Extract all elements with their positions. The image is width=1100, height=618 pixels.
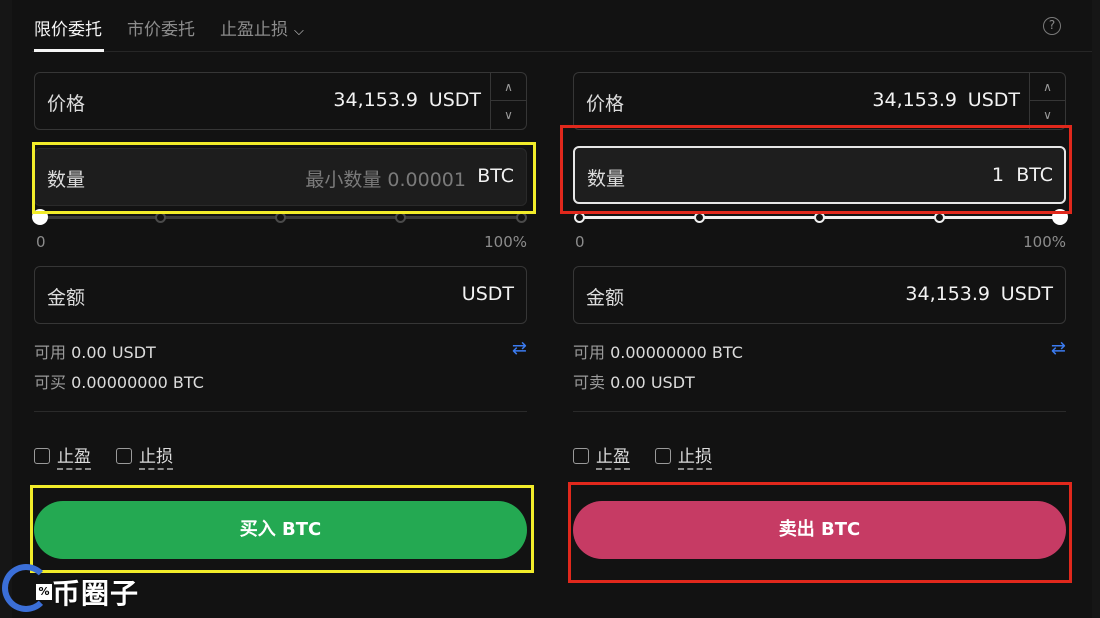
buy-amount-field[interactable]: 金额 USDT bbox=[34, 266, 527, 324]
sell-quantity-unit: BTC bbox=[1016, 164, 1053, 186]
slider-step-dot[interactable] bbox=[694, 212, 705, 223]
sell-available: 可用 0.00000000 BTC bbox=[573, 339, 743, 363]
divider bbox=[573, 411, 1066, 412]
sell-quantity-value: 1 bbox=[991, 164, 1004, 186]
buy-price-stepper: ∧ ∨ bbox=[490, 73, 526, 129]
available-label: 可用 bbox=[34, 343, 67, 362]
slider-max-label: 100% bbox=[484, 233, 527, 251]
slider-step-dot[interactable] bbox=[275, 212, 286, 223]
trade-app: 限价委托 市价委托 止盈止损 ⌵ ? 价格 34,153.9 USDT ∧ ∨ 数… bbox=[12, 0, 1092, 618]
sell-price-stepper: ∧ ∨ bbox=[1029, 73, 1065, 129]
divider bbox=[34, 411, 527, 412]
slider-min-label: 0 bbox=[575, 233, 585, 251]
checkbox-icon bbox=[34, 448, 50, 464]
buy-stop-loss-checkbox[interactable]: 止损 bbox=[116, 442, 173, 470]
sell-quantity-field[interactable]: 数量 1 BTC bbox=[573, 146, 1066, 204]
sell-price-unit: USDT bbox=[967, 89, 1020, 111]
sell-price-label: 价格 bbox=[586, 93, 625, 115]
max-sell-label: 可卖 bbox=[573, 373, 606, 392]
buy-available: 可用 0.00 USDT bbox=[34, 339, 156, 363]
sell-amount-unit: USDT bbox=[1000, 283, 1053, 305]
chevron-up-icon[interactable]: ∧ bbox=[1030, 73, 1065, 101]
sell-stop-loss-checkbox[interactable]: 止损 bbox=[655, 442, 712, 470]
available-value: 0.00000000 BTC bbox=[610, 343, 743, 362]
swap-arrows-icon[interactable]: ⇄ bbox=[1051, 338, 1066, 359]
slider-thumb[interactable] bbox=[32, 209, 48, 225]
chevron-up-icon[interactable]: ∧ bbox=[491, 73, 526, 101]
sell-take-profit-checkbox[interactable]: 止盈 bbox=[573, 442, 630, 470]
max-buy-value: 0.00000000 BTC bbox=[71, 373, 204, 392]
sell-amount-field[interactable]: 金额 34,153.9 USDT bbox=[573, 266, 1066, 324]
sell-btc-button[interactable]: 卖出 BTC bbox=[573, 501, 1066, 559]
max-buy-label: 可买 bbox=[34, 373, 67, 392]
buy-btc-button[interactable]: 买入 BTC bbox=[34, 501, 527, 559]
sell-amount-value: 34,153.9 bbox=[905, 283, 990, 305]
available-value: 0.00 USDT bbox=[71, 343, 156, 362]
chevron-down-icon[interactable]: ∨ bbox=[491, 101, 526, 129]
buy-price-value: 34,153.9 bbox=[333, 89, 418, 111]
watermark-text: 币圈子 bbox=[52, 577, 140, 610]
sell-max-sellable: 可卖 0.00 USDT bbox=[573, 369, 695, 393]
sell-panel: 价格 34,153.9 USDT ∧ ∨ 数量 1 BTC 0 100% 金额 bbox=[573, 0, 1068, 618]
buy-quantity-unit: BTC bbox=[477, 165, 514, 187]
checkbox-icon bbox=[116, 448, 132, 464]
stop-loss-label: 止损 bbox=[139, 447, 173, 470]
buy-quantity-placeholder: 最小数量 0.00001 bbox=[305, 169, 466, 191]
slider-step-dot[interactable] bbox=[395, 212, 406, 223]
buy-quantity-label: 数量 bbox=[47, 169, 86, 191]
buy-take-profit-checkbox[interactable]: 止盈 bbox=[34, 442, 91, 470]
take-profit-label: 止盈 bbox=[596, 447, 630, 470]
percent-icon: % bbox=[36, 584, 52, 600]
buy-amount-unit: USDT bbox=[461, 283, 514, 305]
stop-loss-label: 止损 bbox=[678, 447, 712, 470]
slider-step-dot[interactable] bbox=[155, 212, 166, 223]
checkbox-icon bbox=[655, 448, 671, 464]
slider-max-label: 100% bbox=[1023, 233, 1066, 251]
buy-amount-label: 金额 bbox=[47, 287, 86, 309]
max-sell-value: 0.00 USDT bbox=[610, 373, 695, 392]
chevron-down-icon[interactable]: ∨ bbox=[1030, 101, 1065, 129]
sell-quantity-slider[interactable] bbox=[574, 209, 1068, 225]
slider-thumb[interactable] bbox=[1052, 209, 1068, 225]
slider-step-dot[interactable] bbox=[934, 212, 945, 223]
buy-price-field[interactable]: 价格 34,153.9 USDT ∧ ∨ bbox=[34, 72, 527, 130]
buy-quantity-slider[interactable] bbox=[32, 209, 527, 225]
take-profit-label: 止盈 bbox=[57, 447, 91, 470]
available-label: 可用 bbox=[573, 343, 606, 362]
buy-panel: 价格 34,153.9 USDT ∧ ∨ 数量 最小数量 0.00001 BTC… bbox=[32, 0, 527, 618]
slider-step-dot[interactable] bbox=[516, 212, 527, 223]
sell-price-value: 34,153.9 bbox=[872, 89, 957, 111]
buy-max-buyable: 可买 0.00000000 BTC bbox=[34, 369, 204, 393]
slider-step-dot[interactable] bbox=[814, 212, 825, 223]
buy-price-label: 价格 bbox=[47, 93, 86, 115]
sell-amount-label: 金额 bbox=[586, 287, 625, 309]
checkbox-icon bbox=[573, 448, 589, 464]
sell-quantity-label: 数量 bbox=[587, 168, 626, 190]
slider-step-dot[interactable] bbox=[574, 212, 585, 223]
watermark-logo: % 币圈子 bbox=[0, 560, 160, 618]
swap-arrows-icon[interactable]: ⇄ bbox=[512, 338, 527, 359]
sell-price-field[interactable]: 价格 34,153.9 USDT ∧ ∨ bbox=[573, 72, 1066, 130]
slider-min-label: 0 bbox=[36, 233, 46, 251]
buy-price-unit: USDT bbox=[428, 89, 481, 111]
buy-quantity-field[interactable]: 数量 最小数量 0.00001 BTC bbox=[34, 148, 527, 206]
